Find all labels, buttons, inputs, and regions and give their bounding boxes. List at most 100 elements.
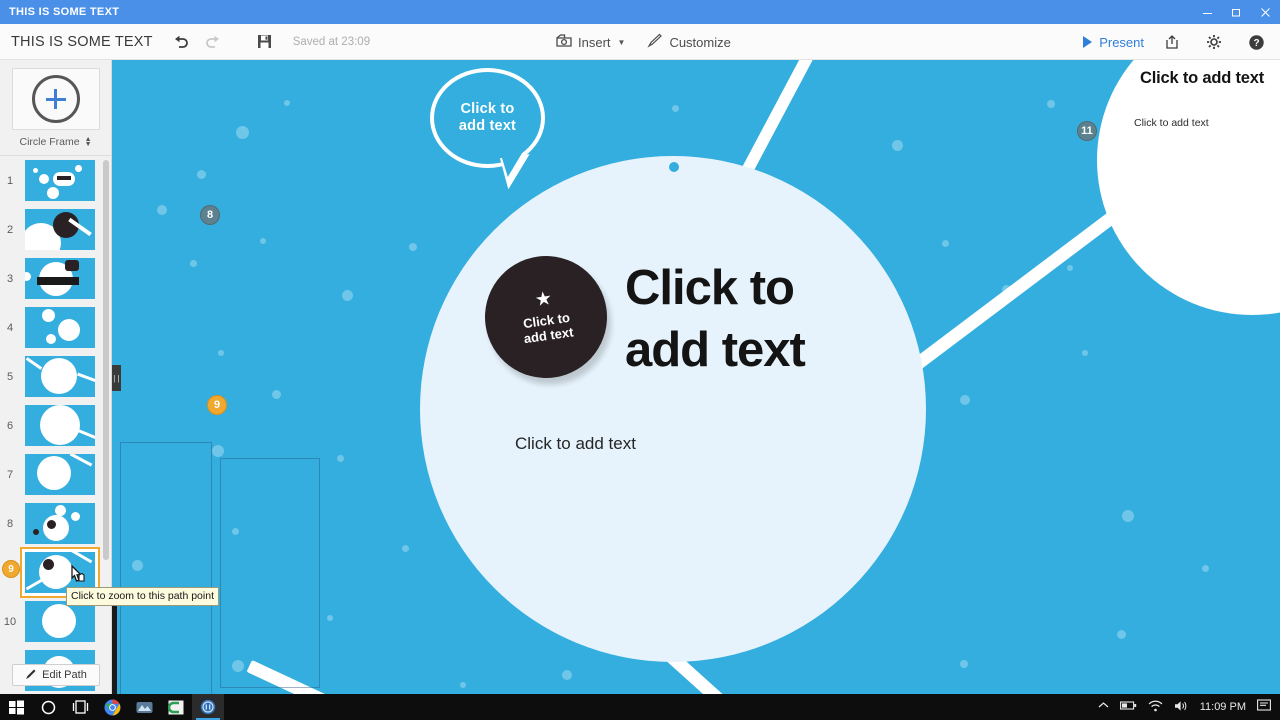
thumb-number: 5 <box>6 370 14 383</box>
notification-icon[interactable] <box>1257 699 1271 715</box>
thumb-number: 4 <box>6 321 14 334</box>
decor-dot <box>1117 630 1126 639</box>
redo-icon[interactable] <box>199 28 227 56</box>
decor-dot <box>672 105 679 112</box>
close-icon[interactable] <box>1251 0 1280 24</box>
decor-dot <box>1202 565 1209 572</box>
chevron-down-icon: ▼ <box>617 37 626 47</box>
decor-dot <box>1082 350 1088 356</box>
thumb-preview <box>25 601 95 642</box>
decor-dot <box>1122 510 1134 522</box>
help-icon[interactable]: ? <box>1242 28 1270 56</box>
battery-icon[interactable] <box>1119 700 1137 714</box>
toolbar-right-group: Present ? <box>1083 24 1270 60</box>
cortana-circle-icon[interactable] <box>32 694 64 720</box>
customize-button[interactable]: Customize <box>647 33 731 51</box>
frame-outline[interactable] <box>120 442 212 694</box>
toolbar-center-group: Insert ▼ Customize <box>556 24 731 60</box>
document-title[interactable]: THIS IS SOME TEXT <box>11 34 153 50</box>
save-icon[interactable] <box>251 28 279 56</box>
decor-dot <box>272 390 281 399</box>
taskbar-clock[interactable]: 11:09 PM <box>1200 701 1246 713</box>
editor-canvas[interactable]: Click to add text Click to add text Clic… <box>112 60 1280 694</box>
pen-icon <box>647 33 663 51</box>
thumb-preview <box>25 209 95 250</box>
thumb-number: 1 <box>6 174 14 187</box>
slide-thumb-4[interactable]: 4 <box>0 303 111 352</box>
chevron-up-icon[interactable] <box>1098 701 1109 713</box>
thumb-number: 10 <box>3 615 17 628</box>
thumb-number: 2 <box>6 223 14 236</box>
add-frame-button[interactable] <box>11 68 100 130</box>
toolbar-left-group: Saved at 23:09 <box>167 28 370 56</box>
decor-dot <box>409 243 417 251</box>
slide-thumbnail-list[interactable]: 1 2 3 4 5 6 7 8 9 10 <box>0 156 111 694</box>
decor-dot <box>960 660 968 668</box>
share-icon[interactable] <box>1158 28 1186 56</box>
selected-path-badge: 9 <box>2 560 20 578</box>
present-label: Present <box>1099 34 1144 50</box>
path-point-8[interactable]: 8 <box>200 205 220 225</box>
canvas-drag-handle[interactable]: | | <box>112 365 121 391</box>
right-circle-body[interactable]: Click to add text <box>1134 117 1209 129</box>
application-window: THIS IS SOME TEXT THIS IS SOME TEXT Save… <box>0 0 1280 720</box>
title-bar: THIS IS SOME TEXT <box>0 0 1280 24</box>
undo-icon[interactable] <box>167 28 195 56</box>
thumb-preview <box>25 258 95 299</box>
slide-thumb-5[interactable]: 5 <box>0 352 111 401</box>
decor-dot <box>1067 265 1073 271</box>
speech-bubble-text[interactable]: Click to add text <box>459 101 516 135</box>
thumb-preview <box>25 454 95 495</box>
frame-outline[interactable] <box>220 458 320 688</box>
pencil-icon <box>25 668 37 683</box>
task-view-icon[interactable] <box>64 694 96 720</box>
slide-thumb-1[interactable]: 1 <box>0 156 111 205</box>
decor-dot <box>260 238 266 244</box>
decor-dot <box>157 205 167 215</box>
mouse-cursor <box>66 564 88 595</box>
wifi-icon[interactable] <box>1148 700 1163 715</box>
present-button[interactable]: Present <box>1083 35 1144 50</box>
main-frame-circle[interactable] <box>420 156 926 662</box>
decor-dot <box>1002 285 1011 294</box>
edit-path-button[interactable]: Edit Path <box>12 664 100 686</box>
insert-button[interactable]: Insert ▼ <box>556 33 625 51</box>
window-controls <box>1193 0 1280 24</box>
speech-bubble-shape[interactable]: Click to add text <box>430 68 545 190</box>
thumb-preview <box>25 307 95 348</box>
game-icon[interactable] <box>128 694 160 720</box>
windows-start-icon[interactable] <box>0 694 32 720</box>
decor-dot <box>327 615 333 621</box>
right-circle-heading[interactable]: Click to add text <box>1140 69 1264 88</box>
slide-thumb-7[interactable]: 7 <box>0 450 111 499</box>
chrome-icon[interactable] <box>96 694 128 720</box>
slide-thumb-3[interactable]: 3 <box>0 254 111 303</box>
slide-thumb-2[interactable]: 2 <box>0 205 111 254</box>
edit-path-label: Edit Path <box>42 669 87 681</box>
decor-dot <box>190 260 197 267</box>
main-body-text[interactable]: Click to add text <box>515 434 636 454</box>
decor-dot <box>1047 100 1055 108</box>
sidebar-scrollbar[interactable] <box>103 160 109 560</box>
star-icon: ★ <box>533 287 554 311</box>
green-app-icon[interactable] <box>160 694 192 720</box>
slide-thumb-8[interactable]: 8 <box>0 499 111 548</box>
volume-icon[interactable] <box>1174 700 1189 715</box>
thumb-number: 8 <box>6 517 14 530</box>
slide-thumb-6[interactable]: 6 <box>0 401 111 450</box>
blue-app-icon[interactable] <box>192 694 224 720</box>
decor-dot <box>892 140 903 151</box>
path-point-9[interactable]: 9 <box>207 395 227 415</box>
minimize-icon[interactable] <box>1193 0 1222 24</box>
right-frame-circle[interactable] <box>1097 60 1280 315</box>
window-title: THIS IS SOME TEXT <box>9 6 120 18</box>
decor-dot <box>562 670 572 680</box>
decor-dot <box>402 545 409 552</box>
svg-text:?: ? <box>1253 38 1259 49</box>
sticker-text[interactable]: Click to add text <box>521 309 574 345</box>
main-headline[interactable]: Click to add text <box>625 257 806 381</box>
restore-icon[interactable] <box>1222 0 1251 24</box>
frame-type-selector[interactable]: Circle Frame ▲ ▼ <box>0 136 111 148</box>
gear-icon[interactable] <box>1200 28 1228 56</box>
path-point-11[interactable]: 11 <box>1077 121 1097 141</box>
